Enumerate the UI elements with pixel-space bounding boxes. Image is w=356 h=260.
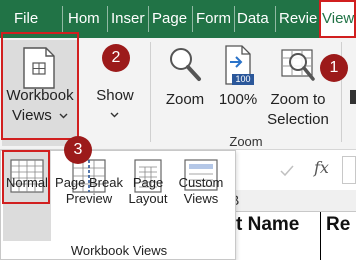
workbook-views-button[interactable]: Workbook Views <box>2 40 78 146</box>
page-break-preview-label-line2: Preview <box>65 191 113 206</box>
workbook-views-icon <box>23 47 55 89</box>
zoom-button[interactable]: Zoom <box>160 40 210 126</box>
ribbon-clipped-item <box>350 90 356 104</box>
tab-review[interactable]: Revie <box>279 0 317 38</box>
page-layout-label-line2: Layout <box>128 191 168 206</box>
page-break-preview-button[interactable]: Page Break Preview <box>53 151 125 241</box>
tab-data[interactable]: Data <box>237 0 273 38</box>
checkmark-icon <box>280 165 294 177</box>
worksheet-area: B t Name Re <box>230 190 356 260</box>
custom-views-label-line1: Custom <box>178 175 224 190</box>
tab-page-layout[interactable]: Page <box>152 0 190 38</box>
workbook-views-group-label: Workbook Views <box>70 243 168 258</box>
page-break-preview-label-line1: Page Break <box>55 175 123 190</box>
tab-divider <box>192 6 193 32</box>
chevron-down-icon <box>110 112 119 118</box>
table-header-cell: Re <box>326 214 351 235</box>
chevron-down-icon <box>59 113 68 119</box>
tab-divider <box>107 6 108 32</box>
workbook-views-dropdown: Normal Page Break Preview Page Layout Cu… <box>0 150 236 260</box>
cell-border <box>320 212 321 260</box>
magnifier-icon <box>170 48 201 81</box>
step-marker-1: 1 <box>320 54 348 82</box>
zoom-100-icon-text: 100 <box>235 74 251 84</box>
ribbon-body: Workbook Views Show Zoom 100 100% Zoom t… <box>0 38 356 150</box>
zoom-group-label: Zoom <box>229 134 263 149</box>
table-header-cell: t Name <box>236 214 300 235</box>
step-marker-3: 3 <box>64 136 92 164</box>
zoom-100-label: 100% <box>218 91 258 108</box>
tab-home[interactable]: Hom <box>68 0 104 38</box>
ribbon-tab-bar: File Hom Insert Page Form Data Revie Vie… <box>0 0 356 38</box>
tab-divider <box>275 6 276 32</box>
zoom-to-selection-label-line1: Zoom to <box>270 91 326 108</box>
zoom-label: Zoom <box>165 91 205 108</box>
zoom-100-button[interactable]: 100 100% <box>214 40 262 126</box>
tab-formulas[interactable]: Form <box>196 0 234 38</box>
tab-view[interactable]: View <box>320 0 356 38</box>
custom-views-label-line2: Views <box>183 191 219 206</box>
show-label: Show <box>96 87 134 104</box>
workbook-views-label-line2: Views <box>2 106 78 126</box>
tab-file[interactable]: File <box>14 0 44 38</box>
tab-divider <box>234 6 235 32</box>
formula-bar: fx <box>236 152 356 190</box>
formula-input[interactable] <box>342 156 356 184</box>
normal-view-label: Normal <box>6 175 48 190</box>
page-layout-label-line1: Page <box>132 175 164 190</box>
column-header <box>236 190 356 212</box>
step-marker-2: 2 <box>102 44 130 72</box>
normal-view-button[interactable]: Normal <box>3 151 51 241</box>
workbook-views-label-text: Views <box>12 107 52 124</box>
zoom-to-selection-button[interactable]: Zoom to Selection <box>264 40 332 128</box>
zoom-to-selection-icon <box>281 49 315 81</box>
workbook-views-label-line1: Workbook <box>6 87 74 104</box>
tab-divider <box>148 6 149 32</box>
group-divider <box>150 42 151 142</box>
fx-button[interactable]: fx <box>314 158 334 177</box>
custom-views-button[interactable]: Custom Views <box>173 151 229 241</box>
zoom-to-selection-label-line2: Selection <box>267 111 329 128</box>
page-layout-view-button[interactable]: Page Layout <box>125 151 171 241</box>
tab-insert[interactable]: Insert <box>111 0 145 38</box>
tab-divider <box>62 6 63 32</box>
